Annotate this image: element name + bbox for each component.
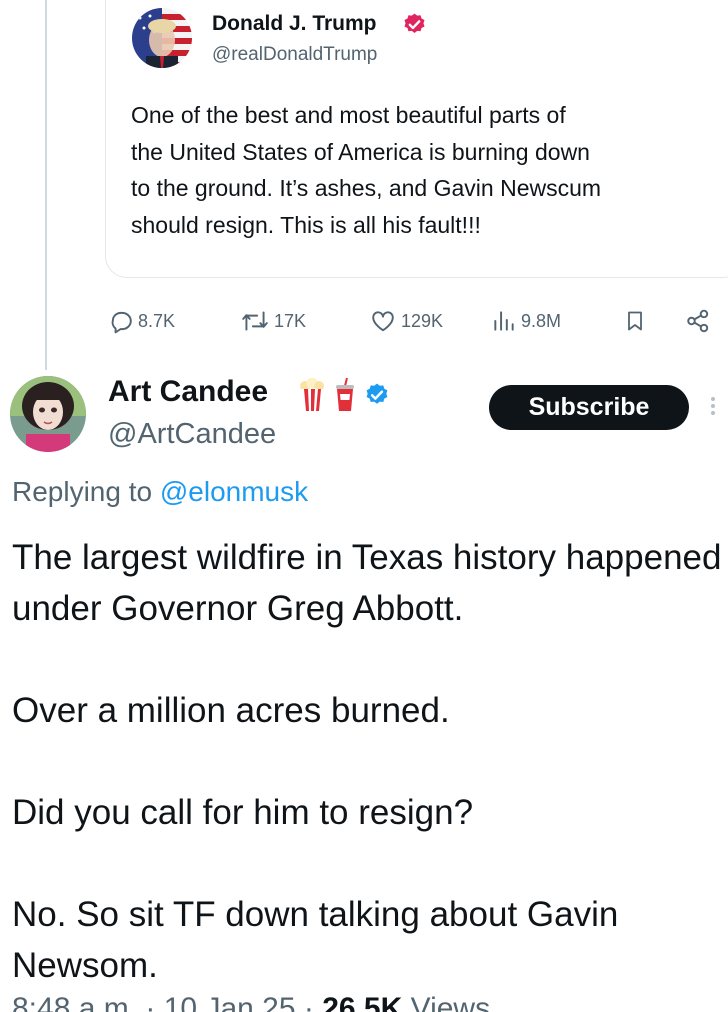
tweet-date[interactable]: 10 Jan 25	[164, 992, 296, 1012]
reply-author-name[interactable]: Art Candee	[108, 375, 268, 409]
reply-paragraph: No. So sit TF down talking about Gavin N…	[12, 895, 619, 985]
quoted-tweet-text: One of the best and most beautiful parts…	[131, 102, 602, 238]
repost-icon	[242, 311, 268, 331]
tweet-meta: 8:48 a.m. · 10 Jan 25 · 26.5K Views	[12, 992, 490, 1012]
verified-badge-icon	[404, 13, 425, 33]
repost-action[interactable]: 17K	[240, 304, 306, 338]
reply-count: 8.7K	[138, 310, 176, 331]
reply-tweet-text: The largest wildfire in Texas history ha…	[12, 532, 722, 991]
reply-paragraph: The largest wildfire in Texas history ha…	[12, 538, 722, 628]
reply-paragraph: Did you call for him to resign?	[12, 793, 474, 832]
quoted-author-name[interactable]: Donald J. Trump	[212, 12, 377, 36]
reply-author-handle[interactable]: @ArtCandee	[108, 418, 276, 451]
like-action[interactable]: 129K	[369, 304, 443, 338]
replying-to-prefix: Replying to	[12, 476, 160, 507]
views-chart-icon	[494, 311, 514, 331]
share-icon	[687, 309, 709, 333]
reply-author-avatar[interactable]	[10, 376, 86, 452]
bookmark-icon	[628, 311, 642, 331]
views-count: 9.8M	[521, 310, 562, 331]
quoted-author-handle[interactable]: @realDonaldTrump	[212, 44, 377, 66]
replying-to-line: Replying to @elonmusk	[12, 476, 308, 508]
tweet-views-count: 26.5K	[322, 992, 403, 1012]
heart-icon	[372, 311, 394, 332]
subscribe-button[interactable]: Subscribe	[489, 385, 689, 430]
reply-paragraph: Over a million acres burned.	[12, 691, 450, 730]
repost-count: 17K	[274, 310, 307, 331]
tweet-time[interactable]: 8:48 a.m.	[12, 992, 137, 1012]
popcorn-icon	[300, 378, 324, 411]
tweet-action-bar: 8.7K 17K 129K 9.8M	[0, 304, 728, 338]
like-count: 129K	[401, 310, 444, 331]
quoted-author-avatar[interactable]	[132, 8, 192, 68]
replying-to-link[interactable]: @elonmusk	[160, 476, 308, 507]
reply-action[interactable]: 8.7K	[108, 304, 175, 338]
bookmark-action[interactable]	[623, 304, 647, 338]
more-options-icon[interactable]	[708, 394, 718, 424]
tweet-views-label: Views	[410, 992, 491, 1012]
views-action[interactable]: 9.8M	[491, 304, 561, 338]
verified-badge-icon	[366, 383, 388, 404]
share-action[interactable]	[684, 304, 712, 338]
soda-cup-icon	[336, 378, 354, 411]
reply-icon	[111, 311, 132, 334]
name-emojis	[298, 378, 390, 412]
